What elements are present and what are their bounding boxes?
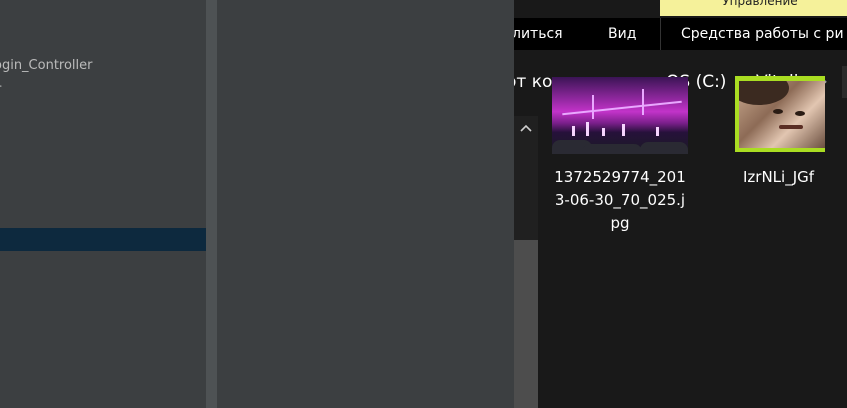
address-bar-edge <box>842 66 847 98</box>
file-name-line[interactable]: 3-06-30_70_025.j <box>552 189 688 212</box>
file-explorer-window: Управление литься Вид Средства работы с … <box>514 0 847 408</box>
project-tree-panel: ogin_Controller r <box>0 0 206 408</box>
tab-picture-tools[interactable]: Средства работы с ри <box>681 18 844 50</box>
tree-selected-row[interactable] <box>0 228 217 251</box>
file-name-line[interactable]: 1372529774_201 <box>552 166 688 189</box>
file-list-pane[interactable] <box>541 116 847 408</box>
tab-view[interactable]: Вид <box>608 18 636 50</box>
scrollbar-thumb[interactable] <box>514 240 538 408</box>
tree-item-login-controller[interactable]: ogin_Controller <box>0 55 93 77</box>
panel-splitter[interactable] <box>206 0 217 408</box>
ribbon-divider <box>660 18 661 50</box>
tree-item[interactable]: r <box>0 79 1 101</box>
tab-share[interactable]: литься <box>514 18 563 50</box>
ribbon-tab-bar: литься Вид Средства работы с ри <box>514 18 847 50</box>
image-thumbnail-person[interactable] <box>739 81 825 148</box>
editor-area[interactable] <box>217 0 514 408</box>
ribbon-context-tab-manage[interactable]: Управление <box>660 0 847 16</box>
file-name-line[interactable]: IzrNLi_JGf <box>743 166 843 189</box>
file-name-line[interactable]: pg <box>552 212 688 235</box>
scroll-up-icon[interactable] <box>514 116 538 140</box>
image-thumbnail-bridge[interactable] <box>552 77 688 154</box>
